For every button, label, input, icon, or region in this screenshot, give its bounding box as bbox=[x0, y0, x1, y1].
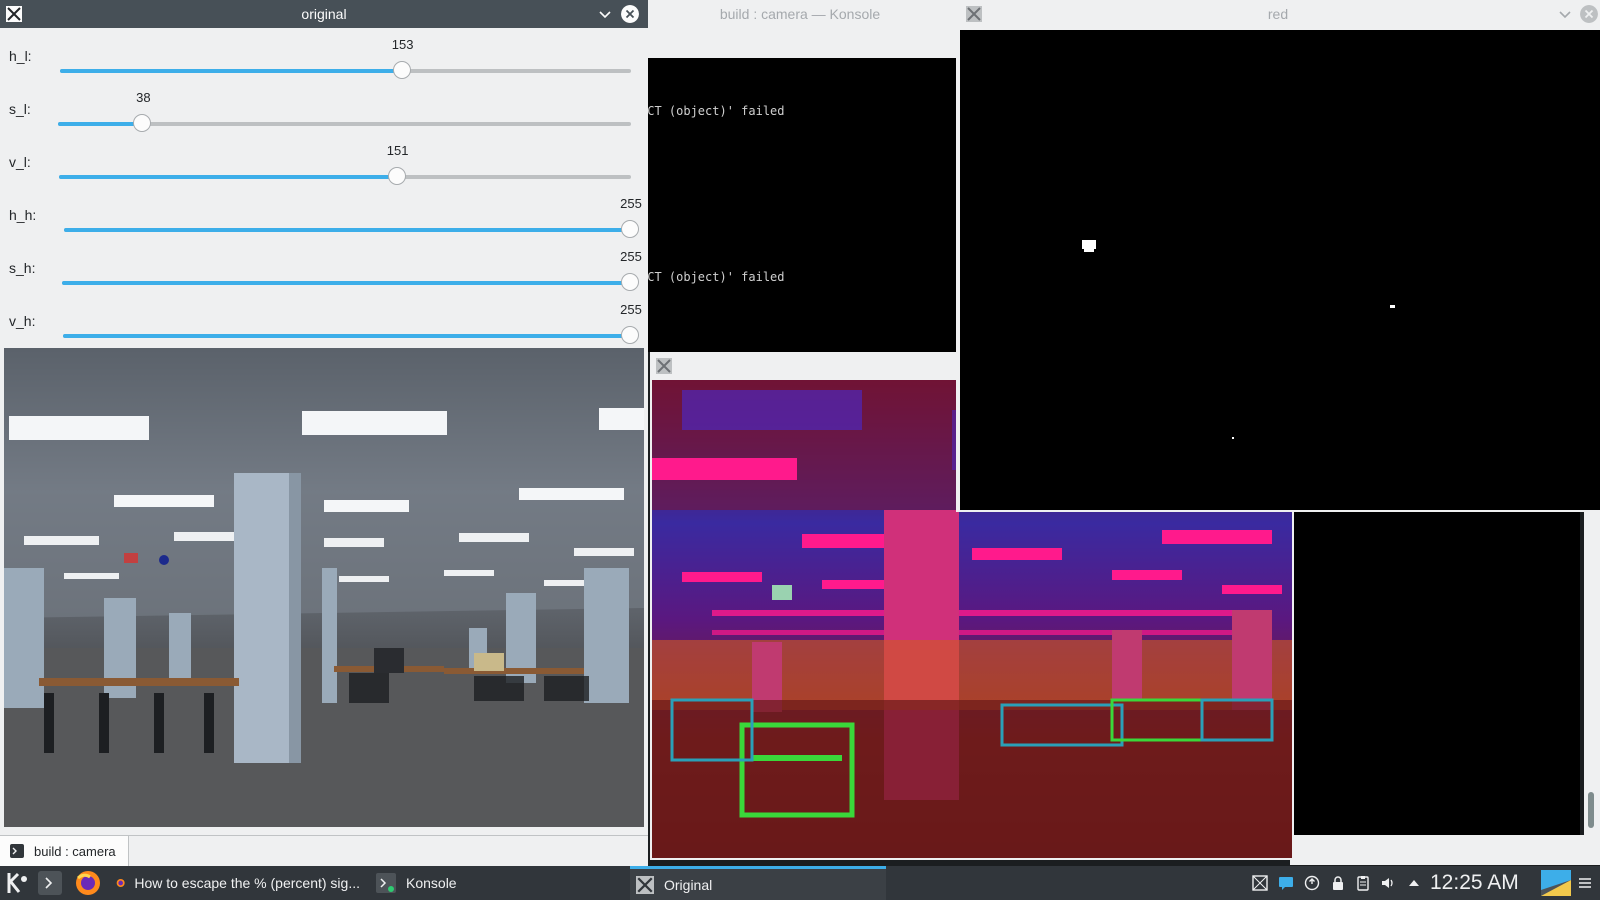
konsole-lower-area bbox=[1290, 512, 1580, 835]
menu-icon[interactable] bbox=[1578, 876, 1592, 890]
original-window: original h_l: 153 s_l: 38 v_l: 151 h_h: … bbox=[0, 0, 648, 835]
konsole-icon bbox=[376, 873, 396, 893]
firefox-icon bbox=[76, 871, 100, 895]
window-title: red bbox=[1267, 6, 1289, 22]
slider-value: 255 bbox=[620, 302, 642, 317]
task-original[interactable]: Original bbox=[630, 866, 886, 900]
app-launcher[interactable] bbox=[4, 866, 32, 900]
slider-fill bbox=[64, 228, 631, 232]
slider-handle[interactable] bbox=[392, 61, 411, 79]
slider-s-h: s_h: 255 bbox=[0, 246, 648, 298]
camera-image bbox=[4, 348, 644, 827]
slider-handle[interactable] bbox=[621, 220, 639, 238]
slider-track[interactable] bbox=[63, 326, 639, 344]
slider-label: h_h: bbox=[9, 207, 37, 223]
updates-icon[interactable] bbox=[1304, 875, 1320, 891]
slider-s-l: s_l: 38 bbox=[0, 87, 648, 139]
slider-label: v_h: bbox=[9, 313, 36, 329]
slider-label: s_l: bbox=[9, 101, 31, 117]
konsole-tab[interactable]: build : camera bbox=[0, 836, 129, 866]
konsole-line: ECT (object)' failed bbox=[640, 104, 785, 118]
screenshot-icon[interactable] bbox=[1252, 875, 1268, 891]
konsole-window: build : camera — Konsole ECT (object)' f… bbox=[640, 0, 960, 352]
lock-icon[interactable] bbox=[1330, 875, 1346, 891]
konsole-scrollbar[interactable] bbox=[1584, 512, 1600, 835]
close-icon[interactable] bbox=[621, 5, 639, 23]
konsole-line: ECT (object)' failed bbox=[640, 270, 785, 284]
task-label: How to escape the % (percent) sig... bbox=[134, 875, 360, 891]
show-desktop-icon[interactable] bbox=[1541, 870, 1571, 896]
slider-fill bbox=[59, 175, 398, 179]
chevron-down-icon[interactable] bbox=[598, 7, 612, 21]
slider-handle[interactable] bbox=[621, 273, 639, 291]
slider-handle[interactable] bbox=[133, 114, 152, 132]
window-title: original bbox=[301, 6, 347, 22]
slider-fill bbox=[58, 122, 144, 126]
terminal-launcher[interactable] bbox=[38, 866, 62, 900]
task-label: Original bbox=[664, 876, 713, 893]
slider-value: 153 bbox=[391, 37, 414, 52]
konsole-titlebar[interactable]: build : camera — Konsole bbox=[640, 0, 960, 28]
slider-fill bbox=[62, 281, 631, 285]
task-konsole[interactable]: Konsole bbox=[372, 866, 617, 900]
task-label: Konsole bbox=[406, 875, 457, 891]
close-icon[interactable] bbox=[1580, 5, 1598, 23]
konsole-title: build : camera — Konsole bbox=[719, 6, 881, 22]
slider-h-h: h_h: 255 bbox=[0, 193, 648, 245]
clipboard-icon[interactable] bbox=[1355, 875, 1371, 891]
slider-fill bbox=[60, 69, 403, 73]
x-window-icon bbox=[636, 875, 654, 894]
slider-v-l: v_l: 151 bbox=[0, 140, 648, 192]
red-titlebar[interactable]: red bbox=[956, 0, 1600, 28]
firefox-icon bbox=[116, 879, 125, 887]
kde-logo-icon bbox=[7, 872, 27, 893]
task-firefox[interactable]: How to escape the % (percent) sig... bbox=[112, 866, 360, 900]
volume-icon[interactable] bbox=[1380, 875, 1396, 891]
slider-track[interactable] bbox=[62, 273, 639, 291]
trackbar-panel: h_l: 153 s_l: 38 v_l: 151 h_h: 255 s_h: … bbox=[0, 28, 648, 348]
slider-h-l: h_l: 153 bbox=[0, 34, 648, 86]
konsole-toolbar bbox=[640, 28, 960, 58]
taskbar: How to escape the % (percent) sig... Kon… bbox=[0, 866, 1600, 900]
slider-fill bbox=[63, 334, 631, 338]
slider-value: 255 bbox=[620, 249, 642, 264]
konsole-bottom-strip bbox=[1290, 835, 1600, 865]
slider-value: 255 bbox=[620, 196, 642, 211]
slider-handle[interactable] bbox=[387, 167, 406, 185]
original-titlebar[interactable]: original bbox=[0, 0, 648, 28]
firefox-launcher[interactable] bbox=[74, 866, 102, 900]
slider-label: s_h: bbox=[9, 260, 36, 276]
konsole-tabbar: build : camera bbox=[0, 835, 648, 867]
terminal-icon bbox=[38, 871, 62, 895]
slider-value: 151 bbox=[386, 143, 409, 158]
slider-track[interactable] bbox=[58, 114, 631, 132]
slider-v-h: v_h: 255 bbox=[0, 299, 648, 351]
chevron-up-icon[interactable] bbox=[1406, 875, 1422, 891]
chat-icon[interactable] bbox=[1278, 875, 1294, 891]
slider-track[interactable] bbox=[60, 61, 631, 79]
chevron-down-icon[interactable] bbox=[1558, 7, 1572, 21]
slider-handle[interactable] bbox=[621, 326, 639, 344]
tab-label: build : camera bbox=[34, 843, 116, 859]
clock[interactable]: 12:25 AM bbox=[1430, 871, 1519, 895]
red-window: red bbox=[956, 0, 1600, 512]
x-window-icon bbox=[966, 6, 982, 22]
x-window-icon bbox=[6, 6, 22, 22]
slider-label: v_l: bbox=[9, 154, 31, 170]
slider-track[interactable] bbox=[59, 167, 631, 185]
terminal-icon bbox=[10, 844, 24, 858]
mask-image bbox=[960, 30, 1600, 510]
slider-value: 38 bbox=[136, 90, 151, 105]
slider-label: h_l: bbox=[9, 48, 32, 64]
slider-track[interactable] bbox=[64, 220, 639, 238]
x-window-icon bbox=[656, 358, 672, 374]
